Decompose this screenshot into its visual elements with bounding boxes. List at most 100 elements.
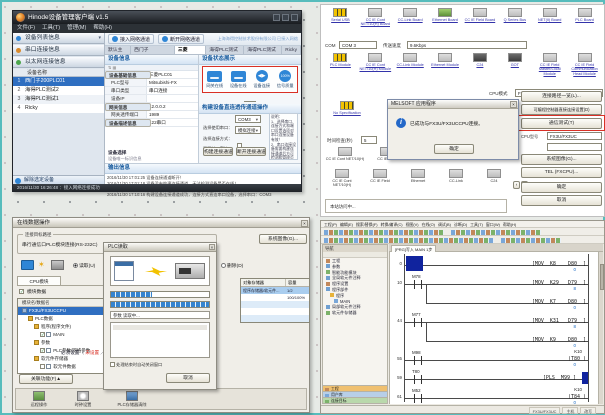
radio-delete[interactable]: 删除(D)	[221, 262, 243, 269]
ladder-rung[interactable]: 55 M98 K10 (T80 ) 0	[390, 349, 598, 368]
table-row[interactable]	[241, 301, 309, 308]
tab-haide1[interactable]: 海得PLC测试1	[244, 46, 282, 54]
route2-cclink[interactable]: CC-Link	[437, 169, 475, 188]
connection-path-list-button[interactable]: 连接路径一览(L)...	[521, 91, 602, 102]
tab-cpu-module[interactable]: CPU模块	[17, 276, 61, 285]
table-row[interactable]: 100/100%	[241, 294, 309, 301]
plcif-master-local[interactable]: CC IE Field Master/Local Module	[532, 53, 567, 76]
radio-read[interactable]: 读取(U)	[73, 262, 95, 269]
time-check-field[interactable]: 5	[361, 136, 377, 144]
ladder-rung[interactable]: 59 T80 [PLS M99 ]	[390, 368, 598, 387]
hinode-titlebar[interactable]: Hinode设备管理客户端 v1.5	[13, 11, 301, 24]
close-icon[interactable]: ×	[301, 220, 308, 227]
sidebar-section-devices[interactable]: 设备列表信息 ▾	[13, 33, 104, 44]
menu-diagnostics[interactable]: 诊断(D)	[454, 221, 467, 227]
plcif-ethernet-module[interactable]: Ethernet Module	[428, 53, 463, 76]
progress-titlebar[interactable]: PLC读取	[104, 243, 216, 252]
pcif-serial-usb[interactable]: Serial USB	[323, 8, 358, 27]
plcif-got[interactable]: GOT	[497, 53, 532, 76]
disconnect-network-button[interactable]: 断开网络通道	[158, 34, 204, 44]
menu-debug[interactable]: 调试(B)	[438, 221, 451, 227]
system-image-button[interactable]: 系统图像(G)...	[521, 154, 602, 165]
ladder-rung-branch[interactable]: [MOV K7 D80 ] 0	[390, 292, 598, 311]
menu-manage[interactable]: 管理(M)	[67, 24, 86, 33]
device-row[interactable]: 4 Ricky	[13, 104, 104, 113]
table-row[interactable]	[241, 308, 309, 315]
gx-toolbar-1[interactable]	[321, 228, 604, 236]
table-row[interactable]: 程序存储器/软元件... 1/2	[241, 287, 309, 294]
row-checkbox[interactable]: ✓	[40, 332, 45, 337]
route2-ccie[interactable]: CC IE Cont NET/10(H)	[323, 169, 361, 188]
vertical-scrollbar[interactable]	[598, 252, 603, 404]
cancel-button[interactable]: 取消	[521, 195, 602, 206]
connect-network-button[interactable]: 接入网络通道	[108, 34, 154, 44]
route2-cciefield[interactable]: CC IE Field	[361, 169, 399, 188]
auto-close-checkbox[interactable]	[110, 362, 115, 367]
menu-file[interactable]: 文件(F)	[17, 24, 35, 33]
melsoft-ok-button[interactable]: 确定	[434, 144, 474, 154]
route1-ccie[interactable]: CC IE Cont NET/10(H)	[325, 147, 365, 161]
route2-ethernet[interactable]: Ethernet	[399, 169, 437, 188]
menu-tool[interactable]: 工具(T)	[470, 221, 483, 227]
auto-close-option[interactable]: 处理结束时自动关闭窗口	[110, 362, 162, 368]
menu-find[interactable]: 搜索/替换(F)	[356, 221, 378, 227]
tab-mitsubishi[interactable]: 三菱PLC01	[175, 46, 206, 54]
remote-operation-tool[interactable]: 远程操作	[22, 391, 56, 408]
connect-mode-select[interactable]: 模拟连接▾	[235, 126, 261, 134]
menu-project[interactable]: 工程(P)	[324, 221, 337, 227]
ladder-rung[interactable]: 0 [MOV K8 D80 ] 0	[390, 254, 598, 273]
ladder-rung[interactable]: 10 M78 [MOV K29 D79 ] 8	[390, 273, 598, 292]
tab-haide2[interactable]: 海得PLC测试2	[206, 46, 244, 54]
ok-button[interactable]: 确定	[521, 182, 602, 193]
route2-c24[interactable]: C24	[475, 169, 513, 188]
plcif-ccie-module[interactable]: CC IE Cont NET/10(H) Module	[358, 53, 393, 76]
plcif-cclink-module[interactable]: CC-Link Module	[393, 53, 428, 76]
deselect-device-button[interactable]: 解除选定设备	[13, 175, 104, 184]
clock-setting-tool[interactable]: 时钟设置	[66, 391, 100, 408]
device-row[interactable]: 1 西门子200PLC01	[13, 77, 104, 86]
tab-home[interactable]: 默认主页	[105, 46, 131, 54]
menu-window[interactable]: 窗口(W)	[486, 221, 500, 227]
pcif-ccie-board[interactable]: CC IE Cont NET/10(H) Board	[358, 8, 393, 27]
sidebar-section-serial[interactable]: 串口连接信息	[13, 45, 104, 56]
tab-ricky[interactable]: Ricky	[282, 46, 301, 54]
system-image-button[interactable]: 系统图像(G)...	[259, 234, 307, 244]
menu-edit[interactable]: 编辑(E)	[340, 221, 353, 227]
scrollbar-thumb[interactable]	[600, 264, 604, 290]
close-icon[interactable]: ×	[209, 244, 215, 250]
plc-memory-tool[interactable]: PLC存储器清除	[110, 391, 154, 408]
plcif-plc-module[interactable]: PLC Module	[323, 53, 358, 76]
online-data-titlebar[interactable]: 在线数据操作	[13, 218, 309, 228]
device-row[interactable]: 3 海得PLC测试1	[13, 95, 104, 104]
pcif-qbus[interactable]: Q Series Bus	[497, 8, 532, 27]
table-row[interactable]	[241, 315, 309, 322]
phase-left-button[interactable]: ‹	[513, 181, 520, 189]
menu-view[interactable]: 视图(V)	[406, 221, 419, 227]
speed-field[interactable]: 9.6Kbps	[407, 41, 527, 49]
ladder-rung[interactable]: 44 M77 [MOV K31 D79 ] 8	[390, 311, 598, 330]
nav-tab-connection[interactable]: 连接目标	[323, 397, 387, 403]
pcif-ethernet-board[interactable]: Ethernet Board	[428, 8, 463, 27]
pcif-cciefield-board[interactable]: CC IE Field Board	[463, 8, 498, 27]
menu-help[interactable]: 帮助(H)	[503, 221, 516, 227]
ladder-rung[interactable]: 61 M52 K10 (T84 ) 0	[390, 387, 598, 404]
build-channel-button[interactable]: 构建连接通道	[203, 147, 233, 156]
station-none[interactable]: No Specification	[325, 101, 369, 115]
document-tab[interactable]: [PRG]写入 MAIN 1步	[391, 245, 436, 252]
row-checkbox[interactable]	[40, 364, 45, 369]
menu-convert[interactable]: 转换/编译(C)	[381, 221, 403, 227]
ladder-editor[interactable]: 0 [MOV K8 D80 ] 0 10 M78 [MOV K29 D79 ] …	[389, 252, 598, 404]
com-field[interactable]: COM 3	[339, 41, 377, 49]
close-button[interactable]	[291, 14, 298, 21]
maximize-button[interactable]	[282, 14, 289, 21]
pcif-plc-board[interactable]: PLC Board	[567, 8, 602, 27]
cycle-value-field[interactable]: 10	[244, 101, 256, 102]
device-row[interactable]: 2 海得PLC测试2	[13, 86, 104, 95]
plcif-c24[interactable]: C24	[463, 53, 498, 76]
close-icon[interactable]: ×	[510, 101, 517, 108]
break-channel-button[interactable]: 断开连接通道	[236, 147, 266, 156]
menu-help[interactable]: 帮助(H)	[93, 24, 112, 33]
menu-online[interactable]: 在线(O)	[422, 221, 435, 227]
direct-connection-button[interactable]: 可编程控制器直接连接设置(D)	[521, 104, 602, 115]
progress-cancel-button[interactable]: 取消	[166, 373, 210, 383]
